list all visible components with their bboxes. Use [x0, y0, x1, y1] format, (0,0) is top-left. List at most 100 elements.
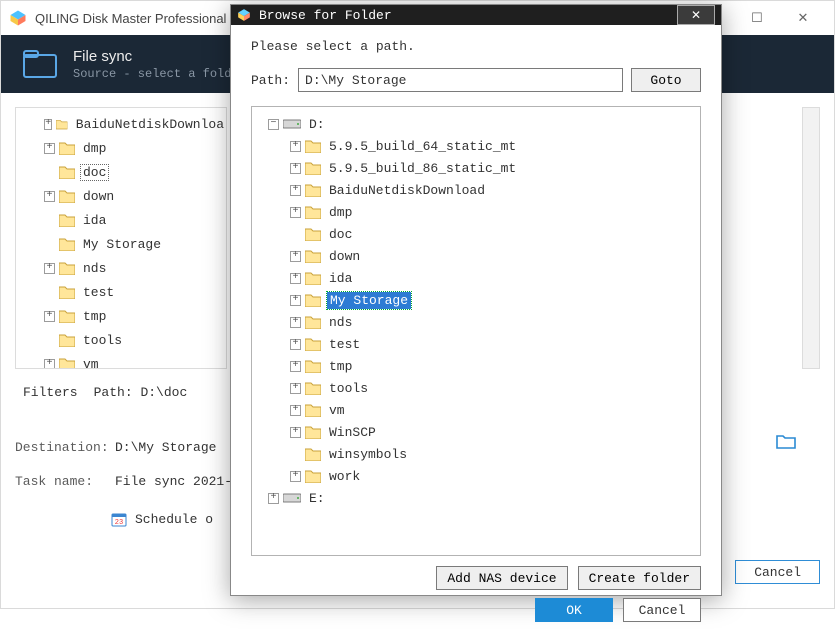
dialog-tree-item[interactable]: +My Storage	[252, 289, 700, 311]
tree-item-label: nds	[81, 261, 108, 276]
dialog-tree-item[interactable]: winsymbols	[252, 443, 700, 465]
close-button[interactable]: ✕	[780, 3, 826, 33]
dialog-tree-item[interactable]: +WinSCP	[252, 421, 700, 443]
drive-d-node[interactable]: −D:	[252, 113, 700, 135]
dialog-tree-item[interactable]: + work	[252, 465, 700, 487]
tree-expander-icon[interactable]: −	[268, 119, 279, 130]
path-input[interactable]	[298, 68, 623, 92]
source-tree-item[interactable]: +vm	[16, 352, 226, 368]
tree-expander-icon[interactable]: +	[44, 263, 55, 274]
folder-icon	[305, 425, 321, 439]
dialog-tree-panel: −D:+5.9.5_build_64_static_mt+5.9.5_build…	[251, 106, 701, 556]
main-cancel-button[interactable]: Cancel	[735, 560, 820, 584]
maximize-button[interactable]: ☐	[734, 3, 780, 33]
folder-icon	[305, 381, 321, 395]
tree-item-label: tmp	[81, 309, 108, 324]
tree-expander-icon[interactable]: +	[290, 361, 301, 372]
tree-expander-icon[interactable]: +	[290, 295, 301, 306]
dialog-tree-item[interactable]: + tmp	[252, 355, 700, 377]
source-tree-item[interactable]: test	[16, 280, 226, 304]
schedule-link[interactable]: Schedule o	[135, 512, 213, 527]
tree-expander-icon[interactable]: +	[290, 405, 301, 416]
tree-item-label: doc	[81, 165, 108, 180]
source-tree-item[interactable]: doc	[16, 160, 226, 184]
create-folder-button[interactable]: Create folder	[578, 566, 701, 590]
dialog-tree-item[interactable]: + dmp	[252, 201, 700, 223]
tree-expander-icon	[44, 215, 55, 226]
tree-expander-icon[interactable]: +	[44, 311, 55, 322]
tree-expander-icon[interactable]: +	[290, 273, 301, 284]
tree-expander-icon[interactable]: +	[290, 471, 301, 482]
source-tree-item[interactable]: ida	[16, 208, 226, 232]
folder-icon	[59, 141, 75, 155]
tree-expander-icon[interactable]: +	[290, 383, 301, 394]
tree-item-label: down	[327, 249, 362, 264]
source-tree-item[interactable]: +BaiduNetdiskDownloa	[16, 112, 226, 136]
drive-icon	[283, 492, 301, 504]
ok-button[interactable]: OK	[535, 598, 613, 622]
drive-e-node[interactable]: + E:	[252, 487, 700, 509]
source-tree-item[interactable]: My Storage	[16, 232, 226, 256]
folder-icon	[305, 403, 321, 417]
tree-expander-icon[interactable]: +	[290, 163, 301, 174]
source-tree-item[interactable]: +dmp	[16, 136, 226, 160]
folder-icon	[59, 357, 75, 368]
dialog-tree-item[interactable]: +5.9.5_build_64_static_mt	[252, 135, 700, 157]
dialog-tree-item[interactable]: + vm	[252, 399, 700, 421]
dialog-tree-item[interactable]: +BaiduNetdiskDownload	[252, 179, 700, 201]
tree-item-label: ida	[81, 213, 108, 228]
tree-item-label: work	[327, 469, 362, 484]
dest-folder-icon[interactable]	[776, 433, 796, 449]
dialog-cube-icon	[237, 8, 251, 22]
tree-expander-icon[interactable]: +	[290, 141, 301, 152]
cancel-button[interactable]: Cancel	[623, 598, 701, 622]
tree-expander-icon	[290, 449, 301, 460]
filters-link[interactable]: Filters	[23, 385, 78, 400]
tree-item-label: tmp	[327, 359, 354, 374]
add-nas-button[interactable]: Add NAS device	[436, 566, 567, 590]
dialog-tree-item[interactable]: + down	[252, 245, 700, 267]
source-tree-item[interactable]: + tmp	[16, 304, 226, 328]
dialog-tree-item[interactable]: +test	[252, 333, 700, 355]
tree-expander-icon[interactable]: +	[44, 119, 52, 130]
folder-icon	[59, 237, 75, 251]
tree-expander-icon[interactable]: +	[290, 317, 301, 328]
destination-value: D:\My Storage	[115, 440, 216, 455]
tree-expander-icon[interactable]: +	[290, 185, 301, 196]
folder-icon	[305, 359, 321, 373]
folder-icon	[59, 261, 75, 275]
tree-expander-icon[interactable]: +	[268, 493, 279, 504]
folder-icon	[305, 271, 321, 285]
drive-label: E:	[307, 491, 327, 506]
source-tree-item[interactable]: +down	[16, 184, 226, 208]
tree-expander-icon[interactable]: +	[290, 339, 301, 350]
path-field-label: Path:	[251, 73, 290, 88]
dialog-tree-item[interactable]: +ida	[252, 267, 700, 289]
tree-expander-icon[interactable]: +	[44, 191, 55, 202]
tree-item-label: dmp	[327, 205, 354, 220]
tree-expander-icon[interactable]: +	[44, 143, 55, 154]
tree-expander-icon[interactable]: +	[290, 427, 301, 438]
tree-expander-icon[interactable]: +	[290, 207, 301, 218]
tree-item-label: vm	[327, 403, 347, 418]
source-tree-item[interactable]: + nds	[16, 256, 226, 280]
folder-icon	[305, 139, 321, 153]
tree-expander-icon[interactable]: +	[44, 359, 55, 369]
folder-icon	[59, 309, 75, 323]
dialog-tree-item[interactable]: +5.9.5_build_86_static_mt	[252, 157, 700, 179]
source-tree-scrollbar[interactable]	[802, 107, 820, 369]
tree-item-label: nds	[327, 315, 354, 330]
task-name-value: File sync 2021-4-	[115, 474, 248, 489]
dialog-tree-item[interactable]: + nds	[252, 311, 700, 333]
tree-expander-icon[interactable]: +	[290, 251, 301, 262]
task-name-label: Task name:	[15, 474, 115, 489]
dialog-tree-item[interactable]: doc	[252, 223, 700, 245]
svg-text:23: 23	[115, 519, 123, 527]
calendar-icon: 23	[111, 511, 127, 527]
dialog-close-button[interactable]: ✕	[677, 5, 715, 25]
source-tree-item[interactable]: tools	[16, 328, 226, 352]
folder-icon	[305, 337, 321, 351]
goto-button[interactable]: Goto	[631, 68, 701, 92]
dialog-tree-item[interactable]: +tools	[252, 377, 700, 399]
destination-label: Destination:	[15, 440, 115, 455]
